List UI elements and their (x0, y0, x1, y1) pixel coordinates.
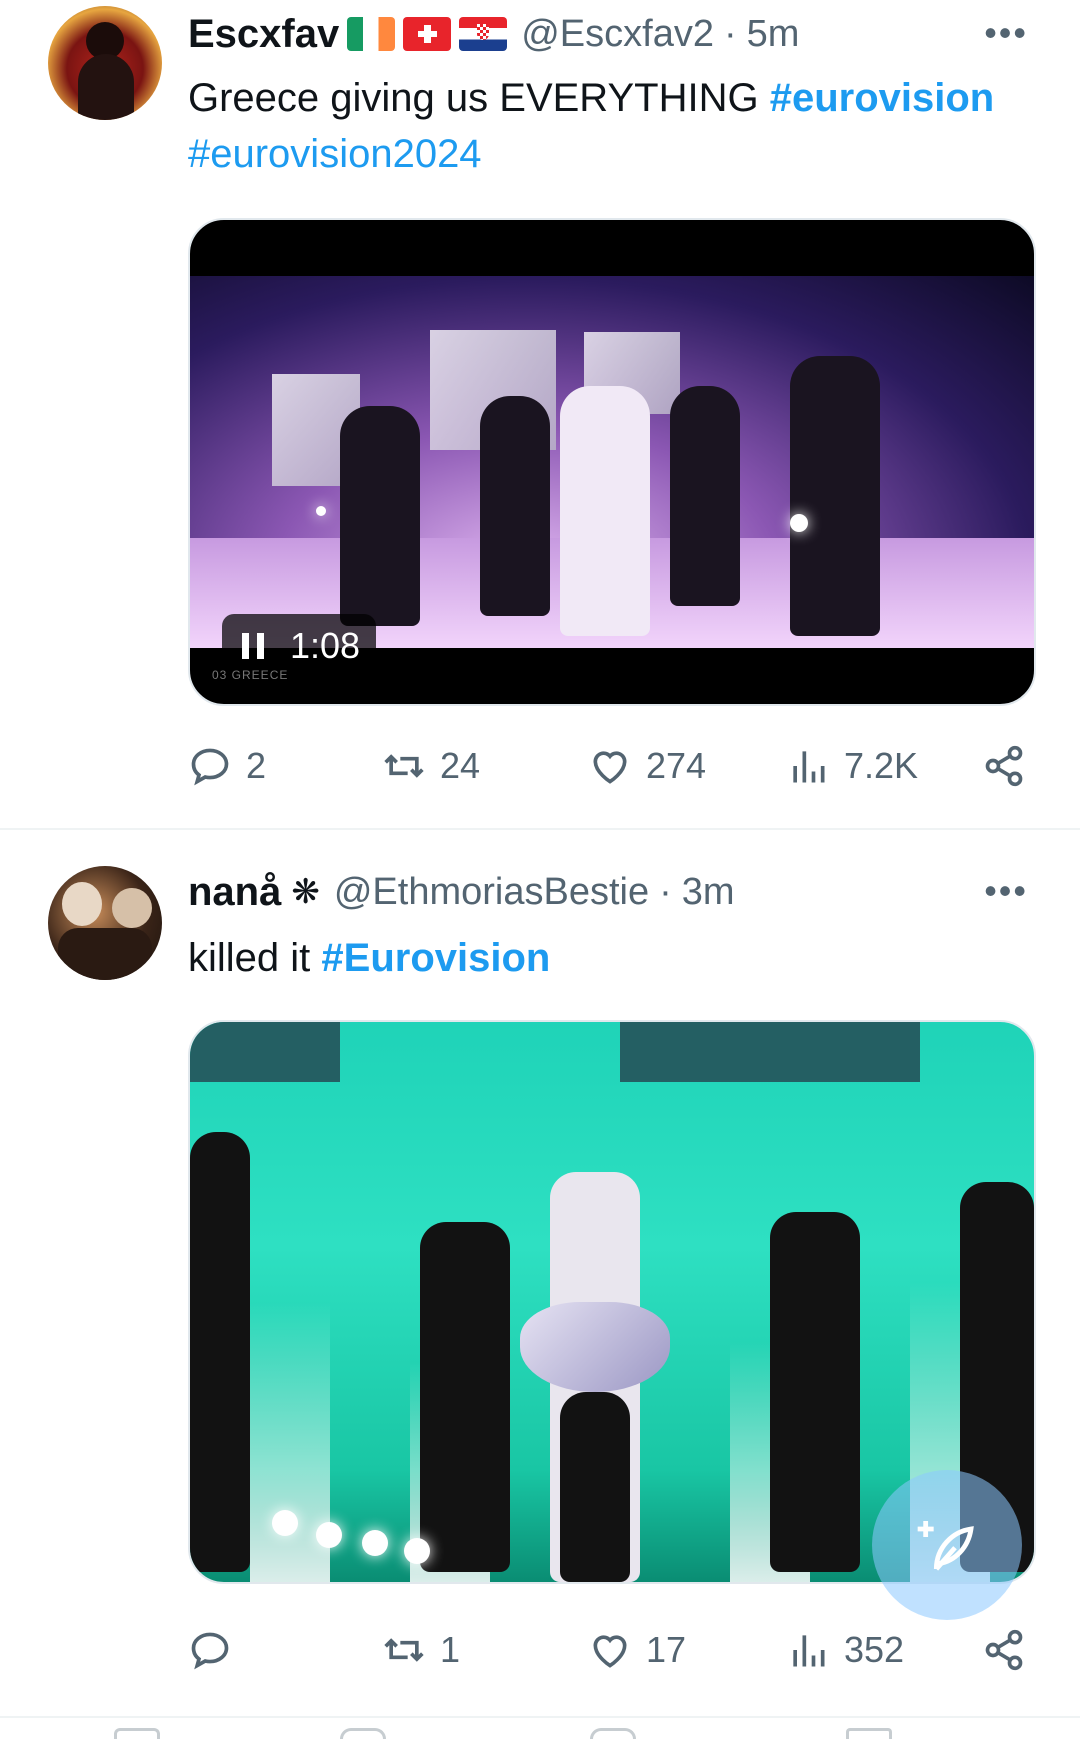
views-button[interactable]: 352 (786, 1620, 904, 1680)
repost-count: 24 (440, 745, 481, 786)
tweet-header: Escxfav @Escxfav2 · 5m (188, 9, 799, 59)
separator-dot: · (659, 870, 672, 913)
repost-icon (384, 754, 424, 778)
name-decoration-icon: ❋ (291, 873, 320, 911)
share-button[interactable] (982, 736, 1040, 796)
views-button[interactable]: 7.2K (786, 736, 918, 796)
hashtag-link[interactable]: #eurovision (770, 76, 995, 120)
like-button[interactable]: 17 (588, 1620, 686, 1680)
avatar[interactable] (48, 866, 162, 980)
communities-icon[interactable] (590, 1728, 636, 1739)
share-icon (985, 1629, 1023, 1671)
hashtag-link[interactable]: #Eurovision (321, 936, 550, 980)
like-count: 274 (646, 745, 707, 786)
croatia-flag-icon (459, 17, 508, 51)
repost-button[interactable]: 1 (382, 1620, 460, 1680)
tweet-header: nanå ❋ @EthmoriasBestie · 3m (188, 867, 735, 917)
tweet-video[interactable]: 1:08 03 GREECE (188, 218, 1036, 706)
reply-button[interactable] (188, 1620, 246, 1680)
separator-dot: · (723, 12, 737, 55)
repost-count: 1 (440, 1629, 461, 1670)
like-count: 17 (646, 1629, 687, 1670)
view-count: 7.2K (844, 745, 919, 786)
like-icon (593, 1635, 627, 1668)
search-icon[interactable] (340, 1728, 386, 1739)
like-button[interactable]: 274 (588, 736, 706, 796)
user-handle[interactable]: @Escxfav2 (521, 13, 714, 56)
bottom-navigation (0, 1716, 1080, 1739)
messages-icon[interactable] (846, 1728, 892, 1739)
view-count: 352 (844, 1629, 905, 1670)
avatar[interactable] (48, 6, 162, 120)
more-options-icon[interactable]: ••• (984, 870, 1028, 912)
repost-icon (384, 1638, 424, 1662)
reply-icon (191, 1632, 229, 1670)
compose-icon (917, 1521, 974, 1571)
home-icon[interactable] (114, 1728, 160, 1739)
video-timestamp: 1:08 (290, 625, 361, 666)
tweet-text: killed it #Eurovision (188, 930, 1048, 986)
video-frame (190, 276, 1034, 648)
tweet-actions: 1 17 352 (188, 1620, 1032, 1680)
tweet-text-body: killed it (188, 936, 322, 980)
user-handle[interactable]: @EthmoriasBestie (334, 871, 649, 914)
tweet-text: Greece giving us EVERYTHING #eurovision … (188, 70, 1048, 182)
display-name[interactable]: nanå (188, 870, 281, 915)
tweet-actions: 2 24 274 7.2K (188, 736, 1032, 796)
switzerland-flag-icon (403, 17, 452, 51)
ireland-flag-icon (347, 17, 396, 51)
share-icon (985, 745, 1023, 787)
hashtag-link[interactable]: #eurovision2024 (188, 132, 482, 176)
timestamp[interactable]: 5m (747, 13, 800, 56)
pause-icon[interactable] (242, 633, 264, 659)
timestamp[interactable]: 3m (682, 871, 735, 914)
tweet[interactable]: Escxfav @Escxfav2 · 5m ••• Greece giving… (0, 0, 1080, 828)
views-icon (793, 751, 825, 783)
display-name[interactable]: Escxfav (188, 12, 339, 57)
more-options-icon[interactable]: ••• (984, 12, 1028, 54)
like-icon (593, 751, 627, 784)
reply-icon (191, 748, 229, 786)
compose-button[interactable] (872, 1470, 1022, 1620)
reply-button[interactable]: 2 (188, 736, 266, 796)
views-icon (793, 1635, 825, 1667)
share-button[interactable] (982, 1620, 1040, 1680)
reply-count: 2 (246, 745, 267, 786)
video-overlay-caption: 03 GREECE (212, 668, 289, 682)
repost-button[interactable]: 24 (382, 736, 480, 796)
tweet-text-body: Greece giving us EVERYTHING (188, 76, 770, 120)
